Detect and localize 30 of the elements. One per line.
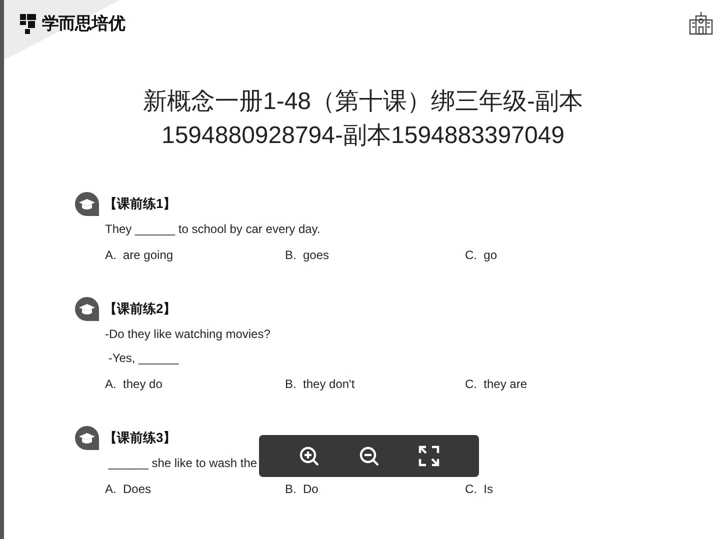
school-building-icon xyxy=(688,11,714,37)
zoom-in-icon xyxy=(298,445,320,467)
graduation-cap-icon xyxy=(74,425,100,451)
answer-option: A. they do xyxy=(105,372,285,396)
question-text: They ______ to school by car every day. xyxy=(105,221,320,238)
answer-option: C. they are xyxy=(465,372,645,396)
graduation-cap-icon xyxy=(74,296,100,322)
answer-option: B. goes xyxy=(285,243,465,267)
zoom-out-button[interactable] xyxy=(357,444,381,468)
document-title: 1594880928794-副本1594883397049 xyxy=(161,121,565,151)
exercise-label: 【课前练2】 xyxy=(104,300,176,318)
exercise-label: 【课前练1】 xyxy=(104,195,176,214)
answer-option: C. Is xyxy=(465,477,645,501)
zoom-out-icon xyxy=(358,445,380,467)
document-title: 新概念一册1-48（第十课）绑三年级-副本 xyxy=(142,87,584,117)
logo-icon xyxy=(18,12,38,36)
fullscreen-icon xyxy=(418,445,440,467)
fullscreen-button[interactable] xyxy=(417,444,441,468)
question-text: ______ she like to wash the xyxy=(107,455,258,472)
answer-option: A. are going xyxy=(105,243,285,267)
answer-option: A. Does xyxy=(105,477,285,501)
exercise-label: 【课前练3】 xyxy=(104,429,176,448)
answer-option: C. go xyxy=(465,243,645,267)
answer-option: B. they don't xyxy=(285,372,465,396)
answer-option: B. Do xyxy=(285,477,465,501)
zoom-in-button[interactable] xyxy=(297,444,321,468)
graduation-cap-icon xyxy=(74,191,100,217)
question-text: -Yes, ______ xyxy=(107,350,179,367)
logo-text: 学而思培优 xyxy=(42,13,125,36)
question-text: -Do they like watching movies? xyxy=(105,326,270,343)
